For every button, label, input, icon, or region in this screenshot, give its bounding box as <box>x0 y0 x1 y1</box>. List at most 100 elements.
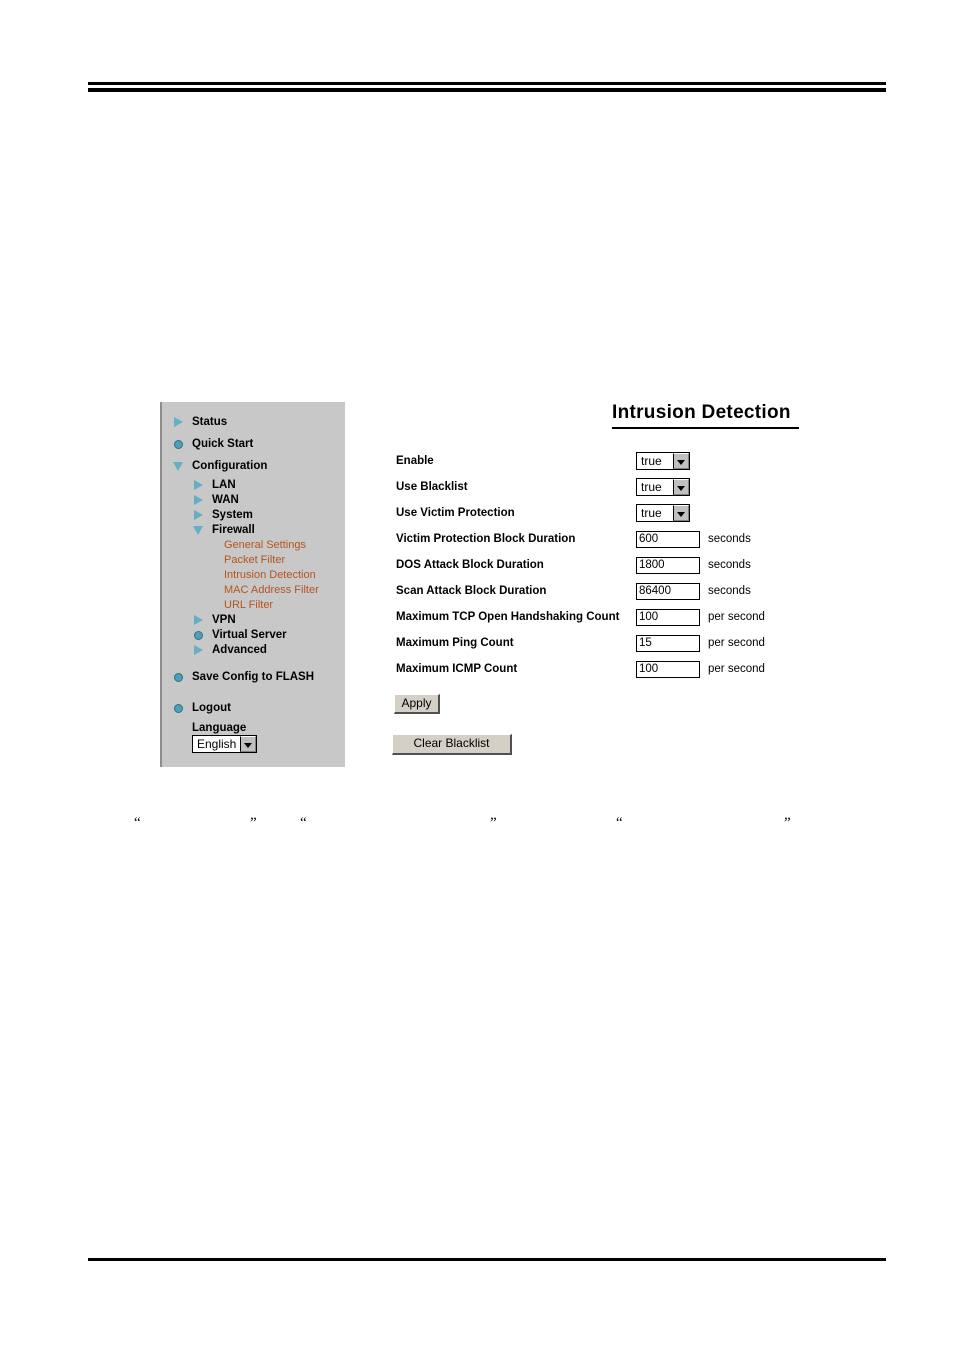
field-wrapper: per second <box>636 660 765 678</box>
sidebar-item-logout[interactable]: Logout <box>162 697 345 719</box>
field-wrapper: seconds <box>636 582 751 600</box>
chevron-down-icon[interactable] <box>673 479 689 495</box>
triangle-right-icon <box>192 508 206 522</box>
triangle-down-icon <box>192 523 206 537</box>
select-enable[interactable]: true <box>636 452 690 470</box>
quote-mark: ” <box>490 815 497 831</box>
header-rule-top <box>88 82 886 85</box>
circle-icon <box>172 701 186 715</box>
language-block: Language English <box>192 722 258 753</box>
sidebar-item-label: LAN <box>212 478 236 491</box>
chevron-down-icon[interactable] <box>240 736 257 752</box>
unit-label-victim-protection-block-duration: seconds <box>708 533 751 545</box>
quote-mark: ” <box>784 815 791 831</box>
sidebar-item-save-config-to-flash[interactable]: Save Config to FLASH <box>162 666 345 688</box>
language-label: Language <box>192 722 247 734</box>
sidebar-item-advanced[interactable]: Advanced <box>162 642 345 657</box>
field-wrapper: true <box>636 478 690 496</box>
form-row-maximum-tcp-open-handshaking-count: Maximum TCP Open Handshaking Count per se… <box>396 604 816 630</box>
unit-label-maximum-ping-count: per second <box>708 637 765 649</box>
sidebar-item-label: WAN <box>212 493 239 506</box>
sidebar-item-label: General Settings <box>224 538 306 551</box>
sidebar-item-vpn[interactable]: VPN <box>162 612 345 627</box>
bullet-placeholder-icon <box>204 598 218 612</box>
sidebar-item-packet-filter[interactable]: Packet Filter <box>162 552 345 567</box>
sidebar-item-url-filter[interactable]: URL Filter <box>162 597 345 612</box>
quote-mark: “ <box>300 815 307 831</box>
sidebar-item-label: Intrusion Detection <box>224 568 316 581</box>
select-value: true <box>637 505 673 521</box>
language-select-value: English <box>193 736 241 752</box>
field-label-maximum-icmp-count: Maximum ICMP Count <box>396 663 518 675</box>
sidebar-item-general-settings[interactable]: General Settings <box>162 537 345 552</box>
form-row-dos-attack-block-duration: DOS Attack Block Duration seconds <box>396 552 816 578</box>
nav-spacer <box>162 688 345 697</box>
sidebar-item-label: MAC Address Filter <box>224 583 319 596</box>
sidebar-item-virtual-server[interactable]: Virtual Server <box>162 627 345 642</box>
unit-label-scan-attack-block-duration: seconds <box>708 585 751 597</box>
bullet-placeholder-icon <box>204 538 218 552</box>
field-wrapper: seconds <box>636 556 751 574</box>
unit-label-dos-attack-block-duration: seconds <box>708 559 751 571</box>
header-rule-bottom <box>88 88 886 92</box>
sidebar-item-mac-address-filter[interactable]: MAC Address Filter <box>162 582 345 597</box>
clear-blacklist-button[interactable]: Clear Blacklist <box>392 734 512 755</box>
field-label-enable: Enable <box>396 455 434 467</box>
chevron-down-icon[interactable] <box>673 505 689 521</box>
input-maximum-tcp-open-handshaking-count[interactable] <box>636 608 700 626</box>
sidebar-item-label: Configuration <box>192 460 268 472</box>
select-value: true <box>637 479 673 495</box>
field-label-victim-protection-block-duration: Victim Protection Block Duration <box>396 533 576 545</box>
form-row-enable: Enable true <box>396 448 816 474</box>
nav-spacer <box>162 657 345 666</box>
sidebar-item-label: Advanced <box>212 643 267 656</box>
sidebar-item-configuration[interactable]: Configuration <box>162 455 345 477</box>
input-dos-attack-block-duration[interactable] <box>636 556 700 574</box>
input-maximum-icmp-count[interactable] <box>636 660 700 678</box>
nav-spacer <box>162 402 345 411</box>
unit-label-maximum-icmp-count: per second <box>708 663 765 675</box>
sidebar-item-system[interactable]: System <box>162 507 345 522</box>
unit-label-maximum-tcp-open-handshaking-count: per second <box>708 611 765 623</box>
bullet-placeholder-icon <box>204 568 218 582</box>
input-victim-protection-block-duration[interactable] <box>636 530 700 548</box>
chevron-down-icon[interactable] <box>673 453 689 469</box>
sidebar-item-intrusion-detection[interactable]: Intrusion Detection <box>162 567 345 582</box>
language-select[interactable]: English <box>192 735 258 753</box>
sidebar-item-status[interactable]: Status <box>162 411 345 433</box>
form-row-use-blacklist: Use Blacklist true <box>396 474 816 500</box>
form-row-victim-protection-block-duration: Victim Protection Block Duration seconds <box>396 526 816 552</box>
sidebar-item-label: Virtual Server <box>212 628 287 641</box>
circle-icon <box>192 628 206 642</box>
select-use-victim-protection[interactable]: true <box>636 504 690 522</box>
field-wrapper: true <box>636 452 690 470</box>
bullet-placeholder-icon <box>204 553 218 567</box>
form-row-use-victim-protection: Use Victim Protection true <box>396 500 816 526</box>
form-row-scan-attack-block-duration: Scan Attack Block Duration seconds <box>396 578 816 604</box>
triangle-right-icon <box>192 643 206 657</box>
sidebar-item-wan[interactable]: WAN <box>162 492 345 507</box>
footer-rule <box>88 1258 886 1261</box>
bullet-placeholder-icon <box>204 583 218 597</box>
sidebar-item-quick-start[interactable]: Quick Start <box>162 433 345 455</box>
triangle-right-icon <box>192 613 206 627</box>
sidebar-item-firewall[interactable]: Firewall <box>162 522 345 537</box>
sidebar-item-label: Status <box>192 416 228 428</box>
apply-button[interactable]: Apply <box>394 694 440 714</box>
sidebar-item-label: Packet Filter <box>224 553 286 566</box>
field-wrapper: true <box>636 504 690 522</box>
field-wrapper: seconds <box>636 530 751 548</box>
sidebar-item-label: Quick Start <box>192 438 254 450</box>
input-maximum-ping-count[interactable] <box>636 634 700 652</box>
circle-icon <box>172 670 186 684</box>
sidebar-item-lan[interactable]: LAN <box>162 477 345 492</box>
input-scan-attack-block-duration[interactable] <box>636 582 700 600</box>
sidebar-item-label: System <box>212 508 253 521</box>
navigation-sidebar: Status Quick Start Configuration LAN WAN Syst… <box>160 402 345 767</box>
field-label-use-victim-protection: Use Victim Protection <box>396 507 515 519</box>
triangle-right-icon <box>192 478 206 492</box>
sidebar-item-label: Logout <box>192 702 231 714</box>
select-use-blacklist[interactable]: true <box>636 478 690 496</box>
sidebar-item-label: URL Filter <box>224 598 274 611</box>
page-title: Intrusion Detection <box>612 402 799 429</box>
